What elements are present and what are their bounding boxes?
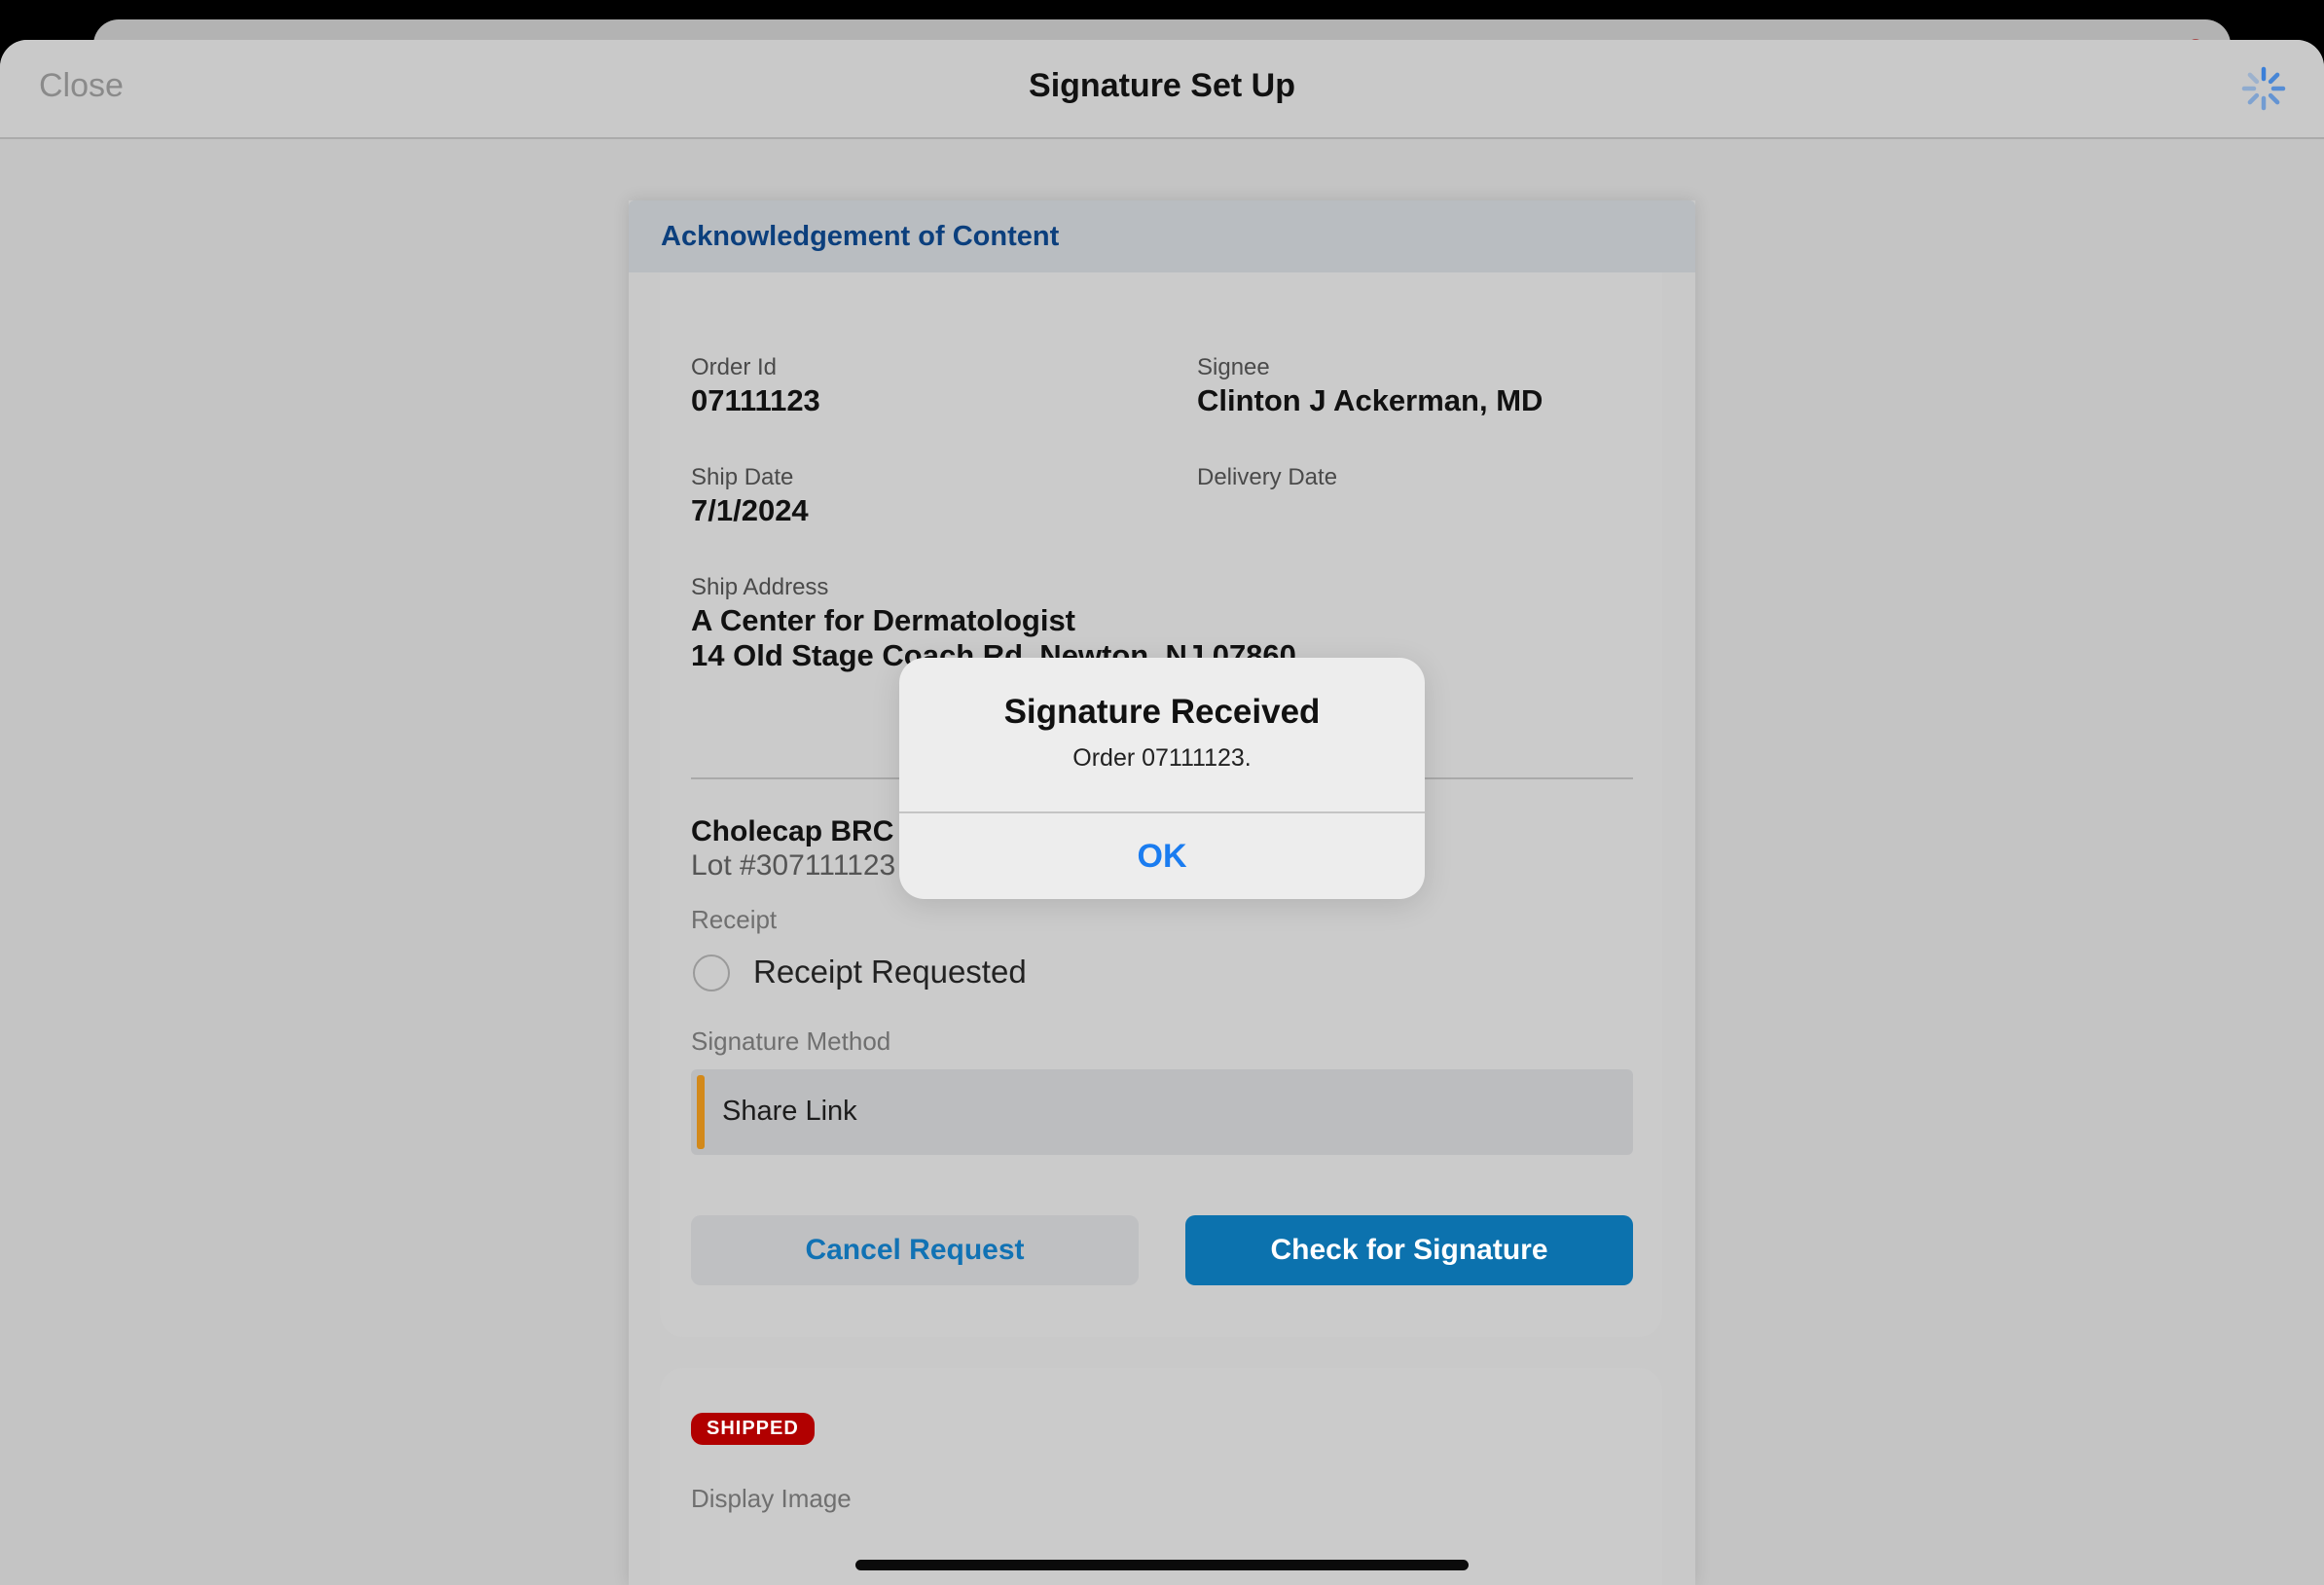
signee-label: Signee: [1197, 354, 1270, 380]
ship-address-label: Ship Address: [691, 574, 829, 600]
lot-number: Lot #307111123: [691, 849, 896, 882]
alert-title: Signature Received: [1003, 693, 1321, 731]
signature-received-alert: Signature Received Order 07111123. OK: [899, 658, 1425, 899]
cancel-request-button[interactable]: Cancel Request: [691, 1215, 1139, 1285]
signature-method-picker[interactable]: Share Link: [691, 1069, 1633, 1155]
ship-address-line1: A Center for Dermatologist: [691, 603, 1076, 637]
card-title: Acknowledgement of Content: [661, 221, 1060, 252]
signee-value: Clinton J Ackerman, MD: [1197, 383, 1543, 417]
alert-ok-button[interactable]: OK: [899, 813, 1425, 899]
loading-spinner-icon: [2241, 66, 2286, 111]
home-indicator[interactable]: [855, 1560, 1469, 1570]
page-title: Signature Set Up: [1029, 67, 1295, 104]
ship-date-label: Ship Date: [691, 464, 794, 490]
alert-message: Order 07111123.: [1072, 744, 1252, 772]
signature-method-label: Signature Method: [691, 1027, 891, 1056]
signature-method-value: Share Link: [722, 1096, 857, 1127]
display-image-label: Display Image: [691, 1484, 852, 1513]
receipt-requested-label[interactable]: Receipt Requested: [753, 954, 1027, 991]
order-id-label: Order Id: [691, 354, 778, 380]
order-id-value: 07111123: [691, 383, 820, 417]
ship-date-value: 7/1/2024: [691, 493, 809, 527]
required-field-marker: [697, 1075, 705, 1149]
status-badge: SHIPPED: [691, 1413, 815, 1445]
receipt-requested-radio[interactable]: [693, 955, 730, 991]
check-for-signature-button[interactable]: Check for Signature: [1185, 1215, 1633, 1285]
receipt-label: Receipt: [691, 905, 778, 934]
card-header: Acknowledgement of Content: [629, 200, 1695, 272]
product-status-panel: SHIPPED Display Image: [660, 1368, 1662, 1585]
delivery-date-label: Delivery Date: [1197, 464, 1338, 490]
navigation-bar: Close Signature Set Up: [0, 40, 2324, 139]
product-name: Cholecap BRC 1: [691, 815, 919, 847]
